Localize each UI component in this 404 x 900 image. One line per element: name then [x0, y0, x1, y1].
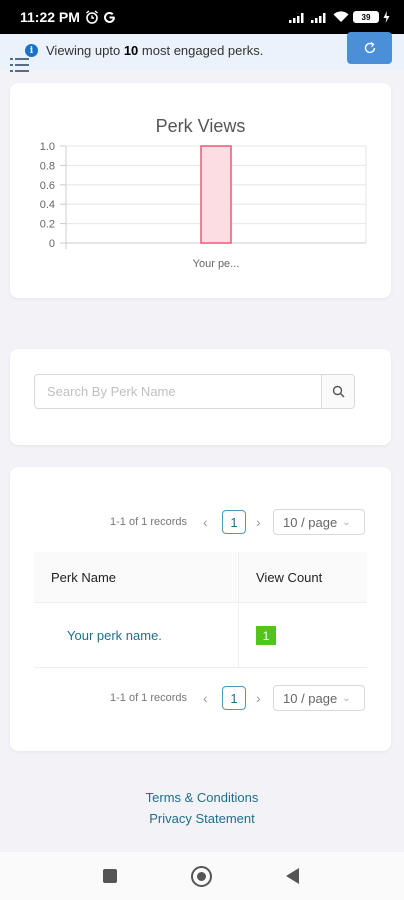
search-button[interactable]	[321, 374, 355, 409]
page-size-select[interactable]: 10 / page ⌄	[273, 509, 365, 535]
footer-links: Terms & Conditions Privacy Statement	[0, 787, 404, 829]
info-count: 10	[123, 43, 139, 58]
pagination-top: 1-1 of 1 records ‹ 1 › 10 / page ⌄	[10, 509, 391, 535]
chevron-down-icon: ⌄	[342, 692, 351, 704]
page-button[interactable]: 1	[222, 686, 246, 710]
status-bar: 11:22 PM 39	[0, 0, 404, 34]
y-tick-label: 0.2	[40, 219, 55, 231]
view-count-badge: 1	[256, 626, 276, 645]
page-size-value: 10 / page	[283, 514, 338, 530]
pagination-bottom: 1-1 of 1 records ‹ 1 › 10 / page ⌄	[10, 685, 391, 711]
signal-icon	[311, 13, 326, 23]
search-icon	[332, 385, 345, 398]
prev-page-icon[interactable]: ‹	[203, 514, 208, 530]
refresh-icon	[364, 41, 375, 54]
chevron-down-icon: ⌄	[342, 516, 351, 528]
info-text-prefix: Viewing upto	[46, 43, 124, 58]
google-icon	[103, 11, 115, 23]
wifi-icon	[333, 11, 349, 22]
records-count: 1-1 of 1 records	[110, 516, 188, 528]
y-tick-label: 0	[49, 238, 55, 250]
perks-table-card: 1-1 of 1 records ‹ 1 › 10 / page ⌄ Perk …	[10, 467, 391, 751]
next-page-icon[interactable]: ›	[256, 514, 261, 530]
menu-list-icon[interactable]	[10, 58, 30, 72]
info-text-suffix: most engaged perks.	[138, 43, 264, 58]
perk-views-chart-card: Perk Views 1.0 0.8 0.6 0.4 0.2 0 Your pe...	[10, 83, 391, 298]
page-button[interactable]: 1	[222, 510, 246, 534]
signal-icon	[289, 13, 304, 23]
system-nav-bar	[0, 852, 404, 900]
charging-icon	[383, 11, 390, 23]
y-tick-label: 0.4	[40, 199, 55, 211]
records-count: 1-1 of 1 records	[110, 692, 188, 704]
page-size-value: 10 / page	[283, 690, 338, 706]
prev-page-icon[interactable]: ‹	[203, 690, 208, 706]
y-tick-label: 1.0	[40, 141, 55, 153]
terms-link[interactable]: Terms & Conditions	[0, 787, 404, 808]
y-tick-label: 0.6	[40, 180, 55, 192]
search-input[interactable]: Search By Perk Name	[34, 374, 322, 409]
alarm-icon	[86, 10, 98, 24]
perk-name-link[interactable]: Your perk name.	[67, 628, 162, 643]
perk-views-chart: 1.0 0.8 0.6 0.4 0.2 0 Your pe...	[40, 141, 367, 270]
battery-icon: 39	[353, 11, 379, 23]
search-card: Search By Perk Name	[10, 349, 391, 445]
page-size-select[interactable]: 10 / page ⌄	[273, 685, 365, 711]
search-placeholder: Search By Perk Name	[47, 384, 176, 399]
info-icon: i	[25, 44, 38, 57]
table-row: Your perk name. 1	[34, 603, 367, 668]
y-tick-label: 0.8	[40, 160, 55, 172]
status-time: 11:22 PM	[20, 9, 80, 25]
recents-icon[interactable]	[103, 869, 117, 883]
refresh-button[interactable]	[347, 32, 392, 64]
home-icon[interactable]	[191, 866, 212, 887]
next-page-icon[interactable]: ›	[256, 690, 261, 706]
bar	[200, 145, 232, 244]
column-header-view-count: View Count	[256, 570, 323, 585]
back-icon[interactable]	[286, 868, 299, 884]
privacy-link[interactable]: Privacy Statement	[0, 808, 404, 829]
info-message: Viewing upto 10 most engaged perks.	[46, 43, 263, 58]
x-tick-label: Your pe...	[193, 258, 240, 270]
column-header-perk-name: Perk Name	[51, 570, 117, 585]
table-header: Perk Name View Count	[34, 552, 367, 603]
